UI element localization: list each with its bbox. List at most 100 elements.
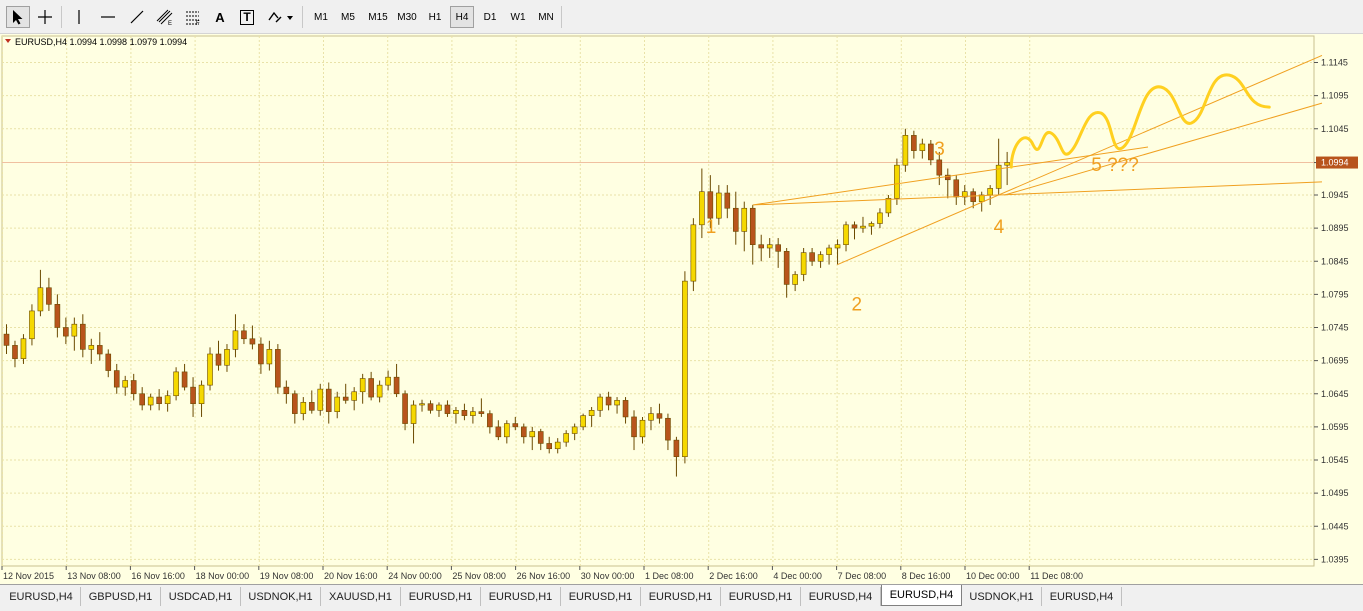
shapes-dropdown-icon[interactable] [264,6,296,28]
toolbar: E F A T M1 M5 M15 M30 H1 H4 D1 W1 MN [0,0,1363,34]
time-tick-label: 24 Nov 00:00 [388,571,442,581]
candle-body-bull [317,388,324,411]
candle-body-bull [351,391,357,401]
timeframe-d1-button[interactable]: D1 [478,6,502,28]
trendline-icon[interactable] [125,6,149,28]
candle-body-bull [571,426,578,434]
candle-body-bear [707,191,714,219]
price-tick-label: 1.0895 [1321,223,1349,233]
candle-body-bear [215,353,222,366]
candle-body-bull [792,274,798,285]
time-tick-label: 18 Nov 00:00 [196,571,250,581]
candle-body-bull [860,225,866,229]
timeframe-m1-button[interactable]: M1 [309,6,333,28]
candle-body-bull [699,191,705,226]
time-tick-label: 13 Nov 08:00 [67,571,121,581]
timeframe-m15-button[interactable]: M15 [364,6,392,28]
chart-tab-eurusd-h4[interactable]: EURUSD,H4 [801,587,881,606]
candle-body-bear [783,251,790,285]
candle-body-bull [597,396,603,411]
chart-tab-eurusd-h1[interactable]: EURUSD,H1 [641,587,721,606]
candle-body-bear [325,388,332,412]
candle-body-bear [342,396,349,401]
chart-tab-eurusd-h1[interactable]: EURUSD,H1 [721,587,801,606]
candle [173,367,179,401]
text-label-icon[interactable]: T [236,6,258,28]
candle-body-bull [614,400,620,406]
equidistant-channel-icon[interactable]: E [153,6,177,28]
candle-body-bear [96,345,103,355]
svg-text:E: E [168,21,172,25]
candle-body-bear [758,244,765,249]
candle-body-bear [105,353,112,371]
candle [690,218,697,292]
price-tick-label: 1.1045 [1321,124,1349,134]
chart-tab-eurusd-h4[interactable]: EURUSD,H4 [1042,587,1122,606]
price-tick-label: 1.1095 [1321,91,1349,101]
candle-body-bull [529,431,536,438]
timeframe-m5-button[interactable]: M5 [336,6,360,28]
time-tick-label: 30 Nov 00:00 [581,571,635,581]
time-tick-label: 11 Dec 08:00 [1030,571,1083,581]
chart-tab-gbpusd-h1[interactable]: GBPUSD,H1 [81,587,161,606]
time-tick-label: 20 Nov 16:00 [324,571,378,581]
chart-tab-eurusd-h1[interactable]: EURUSD,H1 [561,587,641,606]
candle-body-bull [563,433,569,443]
chart-tab-eurusd-h1[interactable]: EURUSD,H1 [401,587,481,606]
vertical-line-icon[interactable] [68,6,90,28]
chart-tab-usdnok-h1[interactable]: USDNOK,H1 [241,587,321,606]
chart-tab-eurusd-h1[interactable]: EURUSD,H1 [481,587,561,606]
candle [902,128,909,172]
price-tick-label: 1.0395 [1321,554,1349,564]
text-icon[interactable]: A [209,6,231,28]
chart-area[interactable]: 1 2 3 4 5 ??? 1.1145 1.1095 1.1045 1.0994 1.0945… [0,34,1363,584]
candle-body-bear [368,378,374,398]
candle-body-bull [147,396,154,406]
candle-body-bull [20,338,27,359]
candle-body-bull [885,198,892,214]
candle [894,158,900,205]
candle-body-bull [919,143,926,151]
timeframe-w1-button[interactable]: W1 [506,6,530,28]
candle-body-bear [46,287,52,305]
chart-tab-eurusd-h4[interactable]: EURUSD,H4 [2,587,81,606]
candle-body-bear [622,400,629,418]
price-tick-label: 1.1145 [1321,58,1348,68]
timeframe-mn-button[interactable]: MN [534,6,558,28]
candle-body-bear [402,393,408,424]
price-tick-label: 1.0695 [1321,356,1349,366]
candle-body-bear [809,252,815,262]
chart-tab-usdcad-h1[interactable]: USDCAD,H1 [161,587,241,606]
candle-body-bear [393,376,400,395]
candle-body-bull [766,244,773,249]
fibonacci-icon[interactable]: F [181,6,205,28]
candle-body-bull [834,244,841,249]
candle-body-bull [504,423,510,438]
time-tick-label: 25 Nov 08:00 [452,571,506,581]
price-tick-label: 1.0745 [1321,323,1349,333]
cursor-icon[interactable] [6,6,30,28]
horizontal-line-icon[interactable] [96,6,120,28]
candle-body-bear [928,143,934,161]
candle-body-bear [495,426,502,438]
crosshair-icon[interactable] [33,6,57,28]
timeframe-h1-button[interactable]: H1 [423,6,447,28]
wave-label: 5 ??? [1091,155,1139,176]
candle-body-bull [1004,162,1010,166]
candle-body-bear [80,323,86,350]
candle-body-bear [444,404,451,414]
candle-body-bear [308,402,315,411]
timeframe-h4-button[interactable]: H4 [450,6,474,28]
timeframe-m30-button[interactable]: M30 [393,6,421,28]
chart-tab-usdnok-h1[interactable]: USDNOK,H1 [962,587,1042,606]
candle-body-bear [461,410,468,416]
candle-body-bear [249,338,256,345]
chart-tab-eurusd-h4[interactable]: EURUSD,H4 [881,585,962,606]
candle-body-bear [292,393,298,414]
candle-body-bull [198,384,205,404]
chart-tab-xauusd-h1[interactable]: XAUUSD,H1 [321,587,401,606]
candle-body-bear [775,244,781,252]
candle-body-bull [554,441,561,450]
svg-text:F: F [196,21,200,25]
candle-body-bear [953,179,960,198]
